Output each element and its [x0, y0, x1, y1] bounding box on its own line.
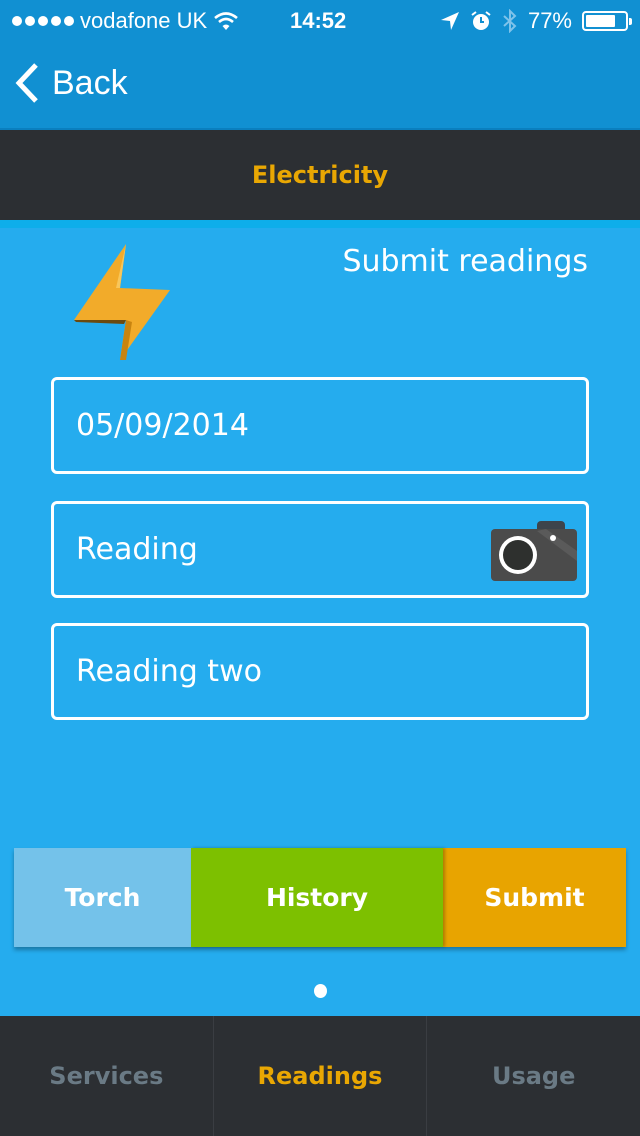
- carrier-name: vodafone UK: [80, 8, 208, 33]
- battery-percent: 77%: [527, 8, 572, 33]
- lightning-bolt-icon: [74, 244, 170, 360]
- bluetooth-icon: [503, 9, 517, 33]
- torch-button[interactable]: Torch: [14, 848, 191, 947]
- back-label: Back: [52, 63, 128, 102]
- clock: 14:52: [290, 8, 347, 33]
- camera-icon[interactable]: [491, 521, 577, 581]
- page-indicator-dot: [314, 984, 327, 998]
- tab-services[interactable]: Services: [0, 1016, 214, 1136]
- tab-bar: Services Readings Usage: [0, 1016, 640, 1136]
- battery-icon: [582, 11, 632, 31]
- date-field-value: 05/09/2014: [76, 408, 249, 443]
- action-buttons: Torch History Submit: [14, 848, 626, 947]
- reading-two-field[interactable]: Reading two: [51, 623, 589, 720]
- reading-two-field-placeholder: Reading two: [76, 654, 262, 689]
- reading-field[interactable]: Reading: [51, 501, 589, 598]
- chevron-left-icon: [15, 63, 38, 103]
- navigation-bar: Back: [0, 40, 640, 130]
- tab-usage[interactable]: Usage: [427, 1016, 640, 1136]
- location-arrow-icon: [440, 12, 459, 30]
- wifi-icon: [214, 12, 239, 30]
- reading-field-placeholder: Reading: [76, 532, 198, 567]
- signal-strength-icon: [12, 16, 74, 26]
- date-field[interactable]: 05/09/2014: [51, 377, 589, 474]
- submit-button[interactable]: Submit: [443, 848, 626, 947]
- section-title: Electricity: [251, 161, 389, 189]
- status-bar: vodafone UK 14:52 77%: [0, 0, 640, 40]
- form-heading: Submit readings: [342, 244, 588, 279]
- accent-strip: [0, 220, 640, 228]
- back-button[interactable]: Back: [14, 62, 128, 104]
- alarm-icon: [471, 11, 491, 30]
- history-button[interactable]: History: [191, 848, 443, 947]
- section-header: Electricity: [0, 130, 640, 220]
- tab-readings[interactable]: Readings: [214, 1016, 428, 1136]
